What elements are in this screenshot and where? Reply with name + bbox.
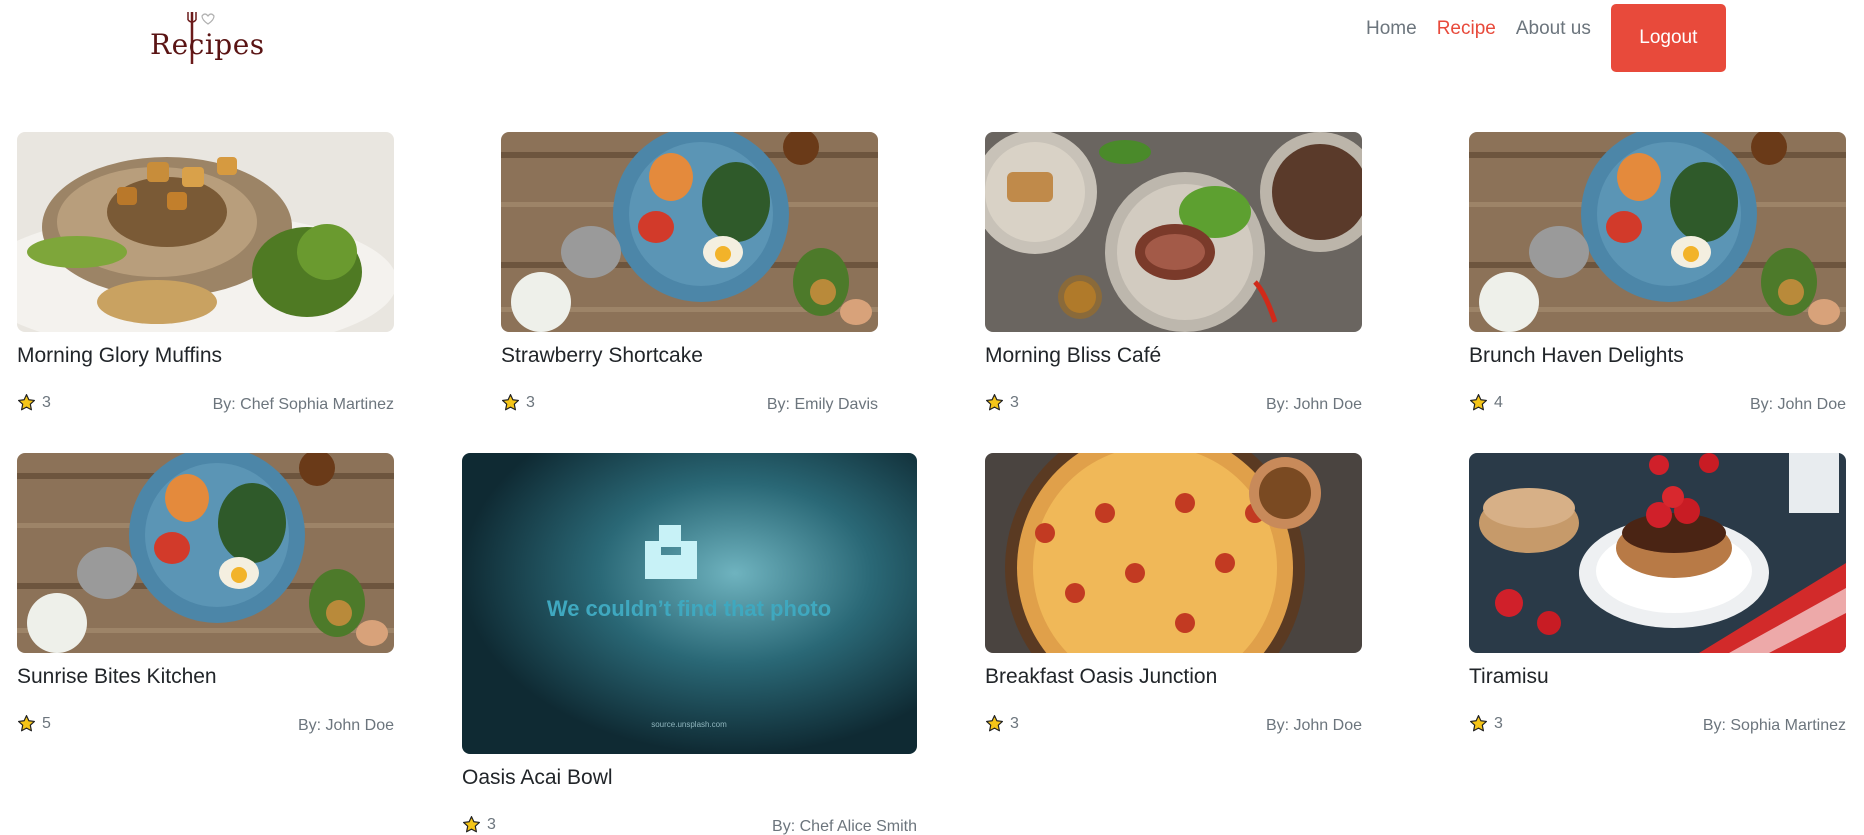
recipe-photo[interactable]: [17, 132, 394, 332]
salad-bowl-photo: [501, 132, 878, 332]
recipe-title[interactable]: Oasis Acai Bowl: [462, 766, 613, 790]
star-icon: [462, 815, 481, 833]
recipe-rating: 3: [462, 815, 496, 834]
recipe-rating: 3: [985, 393, 1019, 412]
pizza-photo: [985, 453, 1362, 653]
recipe-rating: 4: [1469, 393, 1503, 412]
salad-bowl-photo: [1469, 132, 1846, 332]
recipe-card[interactable]: Tiramisu 3 By: Sophia Martinez: [1469, 453, 1846, 743]
recipe-card[interactable]: We couldn’t find that photo source.unspl…: [462, 453, 917, 835]
recipe-author: By: John Doe: [1749, 396, 1846, 413]
recipe-author: By: John Doe: [1265, 717, 1362, 734]
star-icon: [1469, 393, 1488, 411]
placeholder-message: We couldn’t find that photo: [547, 596, 831, 621]
star-icon: [17, 393, 36, 411]
recipe-photo[interactable]: We couldn’t find that photo source.unspl…: [462, 453, 917, 754]
recipe-photo[interactable]: [985, 132, 1362, 332]
grilled-chicken-photo: [17, 132, 394, 332]
steak-plates-photo: [985, 132, 1362, 332]
recipe-rating: 3: [985, 714, 1019, 733]
site-logo[interactable]: Recipes: [150, 10, 264, 64]
nav-home-link[interactable]: Home: [1366, 18, 1417, 40]
missing-photo-placeholder: We couldn’t find that photo source.unspl…: [462, 453, 917, 754]
recipe-card[interactable]: Sunrise Bites Kitchen 5 By: John Doe: [17, 453, 394, 743]
recipe-card[interactable]: Brunch Haven Delights 4 By: John Doe: [1469, 132, 1846, 422]
rating-value: 3: [1010, 393, 1019, 411]
recipe-card[interactable]: Morning Glory Muffins 3 By: Chef Sophia …: [17, 132, 394, 422]
recipe-photo[interactable]: [985, 453, 1362, 653]
recipe-author: By: John Doe: [297, 717, 394, 734]
placeholder-source: source.unsplash.com: [651, 720, 727, 729]
rating-value: 3: [42, 393, 51, 411]
recipe-author: By: Chef Sophia Martinez: [212, 396, 394, 413]
recipe-author: By: Sophia Martinez: [1702, 717, 1846, 734]
recipe-photo[interactable]: [17, 453, 394, 653]
star-icon: [985, 393, 1004, 411]
recipe-card[interactable]: Breakfast Oasis Junction 3 By: John Doe: [985, 453, 1362, 743]
recipe-card[interactable]: Morning Bliss Café 3 By: John Doe: [985, 132, 1362, 422]
recipe-title[interactable]: Morning Glory Muffins: [17, 344, 222, 368]
main-nav: Home Recipe About us Logout: [1366, 4, 1726, 72]
nav-recipe-link[interactable]: Recipe: [1437, 18, 1496, 40]
recipe-rating: 3: [501, 393, 535, 412]
recipe-photo[interactable]: [1469, 132, 1846, 332]
rating-value: 3: [487, 815, 496, 833]
recipe-title[interactable]: Tiramisu: [1469, 665, 1549, 689]
recipe-title[interactable]: Brunch Haven Delights: [1469, 344, 1684, 368]
star-icon: [17, 714, 36, 732]
star-icon: [1469, 714, 1488, 732]
recipe-author: By: Chef Alice Smith: [772, 818, 917, 835]
rating-value: 3: [1010, 714, 1019, 732]
recipe-photo[interactable]: [1469, 453, 1846, 653]
star-icon: [985, 714, 1004, 732]
logo-text: Recipes: [150, 28, 265, 61]
star-icon: [501, 393, 520, 411]
recipe-title[interactable]: Morning Bliss Café: [985, 344, 1161, 368]
recipe-title[interactable]: Strawberry Shortcake: [501, 344, 703, 368]
recipe-rating: 3: [1469, 714, 1503, 733]
recipe-title[interactable]: Sunrise Bites Kitchen: [17, 665, 217, 689]
pancakes-photo: [1469, 453, 1846, 653]
recipe-card[interactable]: Strawberry Shortcake 3 By: Emily Davis: [501, 132, 878, 422]
rating-value: 3: [526, 393, 535, 411]
rating-value: 5: [42, 714, 51, 732]
recipe-title[interactable]: Breakfast Oasis Junction: [985, 665, 1217, 689]
nav-about-link[interactable]: About us: [1516, 18, 1591, 40]
recipe-author: By: John Doe: [1265, 396, 1362, 413]
rating-value: 4: [1494, 393, 1503, 411]
recipe-rating: 5: [17, 714, 51, 733]
logout-button[interactable]: Logout: [1610, 4, 1726, 72]
recipe-author: By: Emily Davis: [766, 396, 878, 413]
rating-value: 3: [1494, 714, 1503, 732]
recipe-photo[interactable]: [501, 132, 878, 332]
recipe-rating: 3: [17, 393, 51, 412]
salad-bowl-photo: [17, 453, 394, 653]
